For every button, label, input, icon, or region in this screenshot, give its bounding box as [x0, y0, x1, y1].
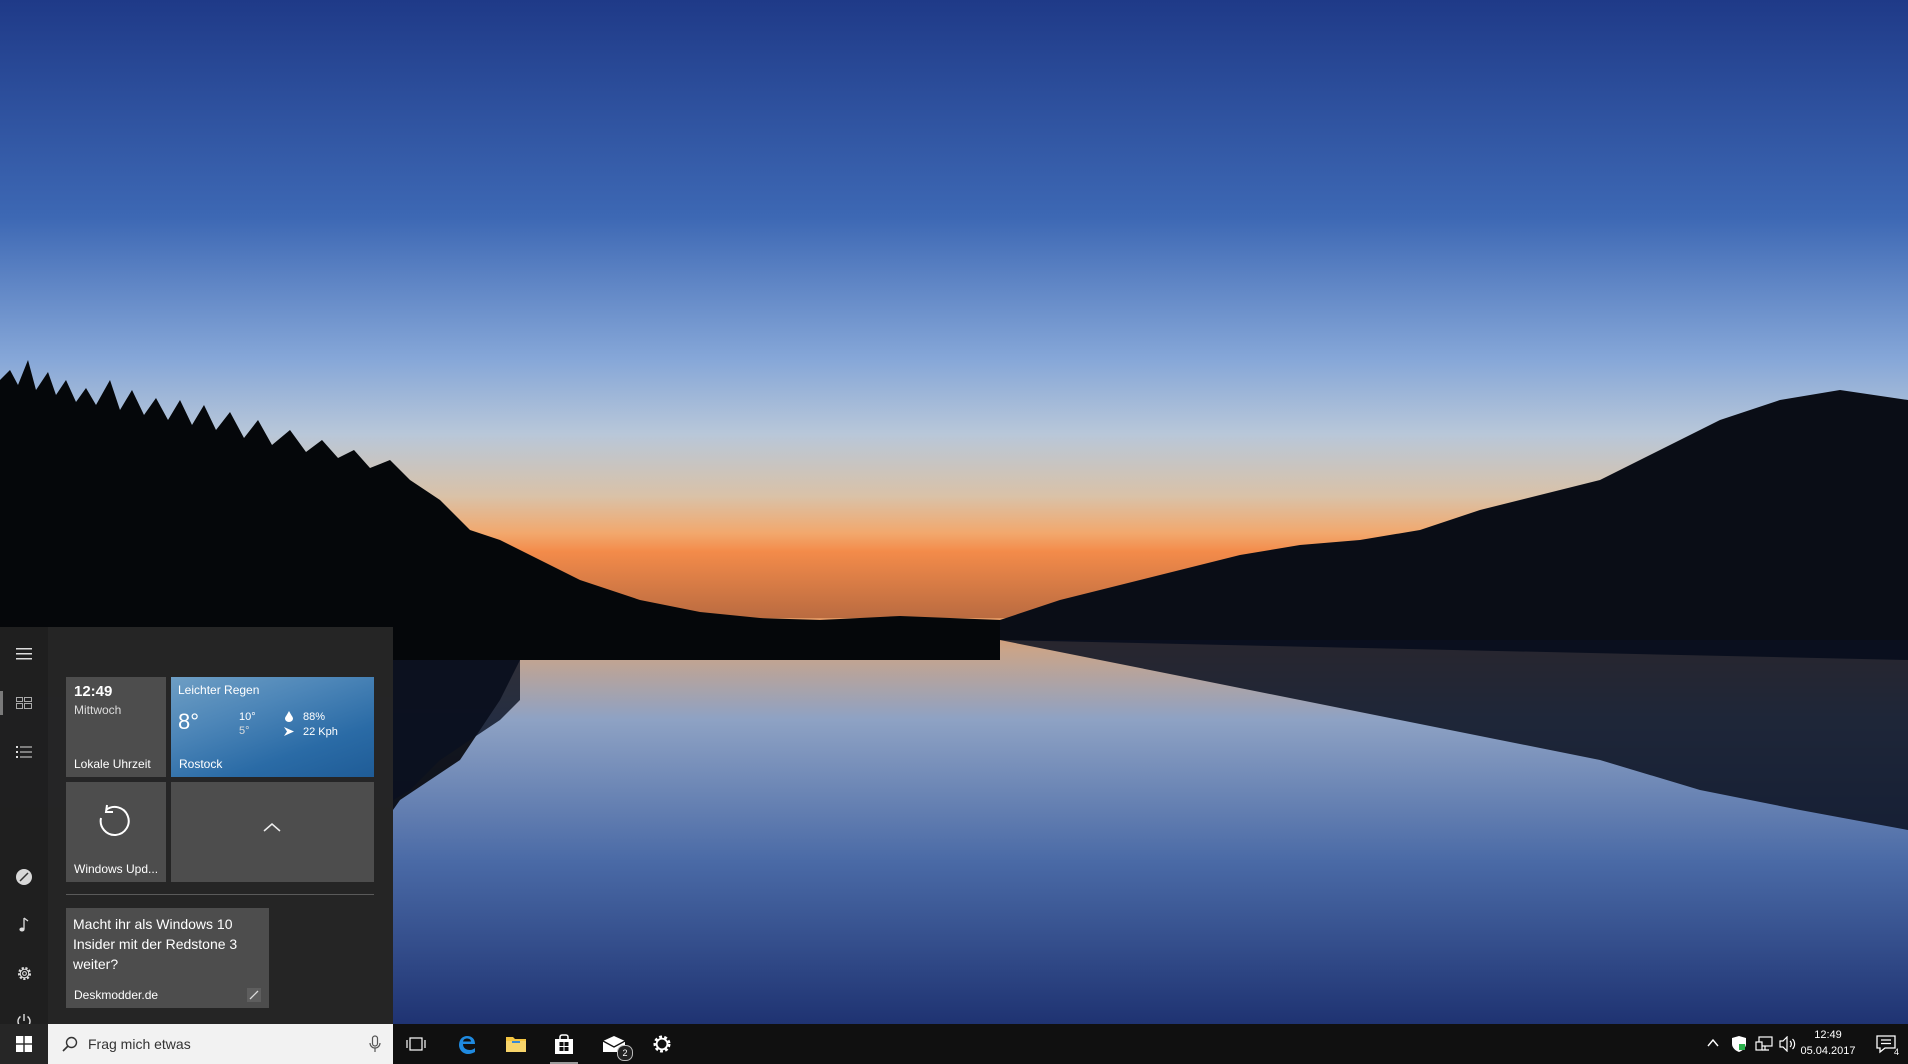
- news-headline: Macht ihr als Windows 10 Insider mit der…: [73, 916, 238, 972]
- weather-condition: Leichter Regen: [178, 683, 260, 697]
- microphone-icon[interactable]: [369, 1035, 381, 1053]
- clock-tile-label: Lokale Uhrzeit: [74, 757, 151, 771]
- weather-humidity: 88%: [303, 711, 326, 723]
- weather-tile[interactable]: Leichter Regen 8° 10° 5° 88% 22 Kph Rost…: [171, 677, 374, 777]
- list-icon: [16, 746, 32, 758]
- weather-high-temp: 10°: [239, 711, 256, 723]
- settings-button[interactable]: [0, 951, 48, 995]
- tiles-icon: [16, 697, 32, 709]
- taskbar-clock[interactable]: 12:49 05.04.2017: [1796, 1027, 1860, 1059]
- user-account-button[interactable]: [0, 855, 48, 899]
- avatar-icon: [16, 869, 32, 885]
- show-hidden-icons-chevron-icon[interactable]: [1707, 1038, 1719, 1048]
- task-view-button[interactable]: [392, 1024, 440, 1064]
- start-menu: 12:49 Mittwoch Lokale Uhrzeit Leichter R…: [0, 627, 393, 1028]
- store-button[interactable]: [540, 1024, 588, 1064]
- refresh-icon: [99, 804, 130, 836]
- weather-city-label: Rostock: [179, 757, 223, 771]
- windows-update-tile[interactable]: Windows Upd...: [66, 782, 166, 882]
- clock-tile-time: 12:49: [74, 683, 113, 700]
- all-apps-button[interactable]: [0, 730, 48, 774]
- taskbar-clock-date: 05.04.2017: [1800, 1045, 1856, 1057]
- network-icon[interactable]: [1755, 1036, 1773, 1052]
- search-icon: [62, 1036, 78, 1052]
- collapse-group-tile[interactable]: [171, 782, 374, 882]
- search-input[interactable]: Frag mich etwas: [48, 1024, 393, 1064]
- taskbar-clock-time: 12:49: [1814, 1029, 1842, 1041]
- windows-update-label: Windows Upd...: [74, 862, 159, 876]
- start-menu-rail: [0, 627, 48, 1028]
- notification-count-badge: 4: [1893, 1047, 1899, 1057]
- news-source: Deskmodder.de: [74, 988, 159, 1002]
- pinned-tiles-button[interactable]: [0, 681, 48, 725]
- tile-group-divider: [66, 894, 374, 895]
- clock-tile-day: Mittwoch: [74, 703, 122, 717]
- gear-icon: [653, 1035, 671, 1053]
- expand-menu-button[interactable]: [0, 632, 48, 676]
- mail-unread-badge: 2: [617, 1045, 633, 1061]
- music-folder-button[interactable]: [0, 903, 48, 947]
- file-explorer-button[interactable]: [492, 1024, 540, 1064]
- hamburger-icon: [16, 648, 32, 660]
- volume-speaker-icon[interactable]: [1779, 1036, 1797, 1052]
- edge-icon: [459, 1036, 475, 1054]
- taskbar: Frag mich etwas 12:49 05.04.2017: [0, 1024, 1908, 1064]
- news-app-badge-icon: [247, 988, 261, 1002]
- weather-low-temp: 5°: [239, 725, 250, 737]
- folder-icon: [506, 1037, 526, 1052]
- task-view-icon: [406, 1037, 426, 1051]
- start-button[interactable]: [0, 1024, 48, 1064]
- chevron-up-icon: [263, 823, 281, 832]
- search-placeholder: Frag mich etwas: [88, 1036, 191, 1052]
- gear-icon: [17, 966, 31, 980]
- humidity-drop-icon: [285, 711, 293, 722]
- weather-current-temp: 8°: [178, 709, 200, 734]
- edge-browser-button[interactable]: [442, 1024, 490, 1064]
- settings-app-button[interactable]: [638, 1024, 686, 1064]
- news-tile[interactable]: Macht ihr als Windows 10 Insider mit der…: [66, 908, 269, 1008]
- windows-logo-icon: [16, 1036, 32, 1052]
- weather-wind-speed: 22 Kph: [303, 726, 338, 738]
- defender-shield-icon[interactable]: [1731, 1035, 1747, 1053]
- store-bag-icon: [555, 1034, 573, 1054]
- music-note-icon: [19, 917, 29, 932]
- wind-arrow-icon: [284, 727, 294, 736]
- clock-tile[interactable]: 12:49 Mittwoch Lokale Uhrzeit: [66, 677, 166, 777]
